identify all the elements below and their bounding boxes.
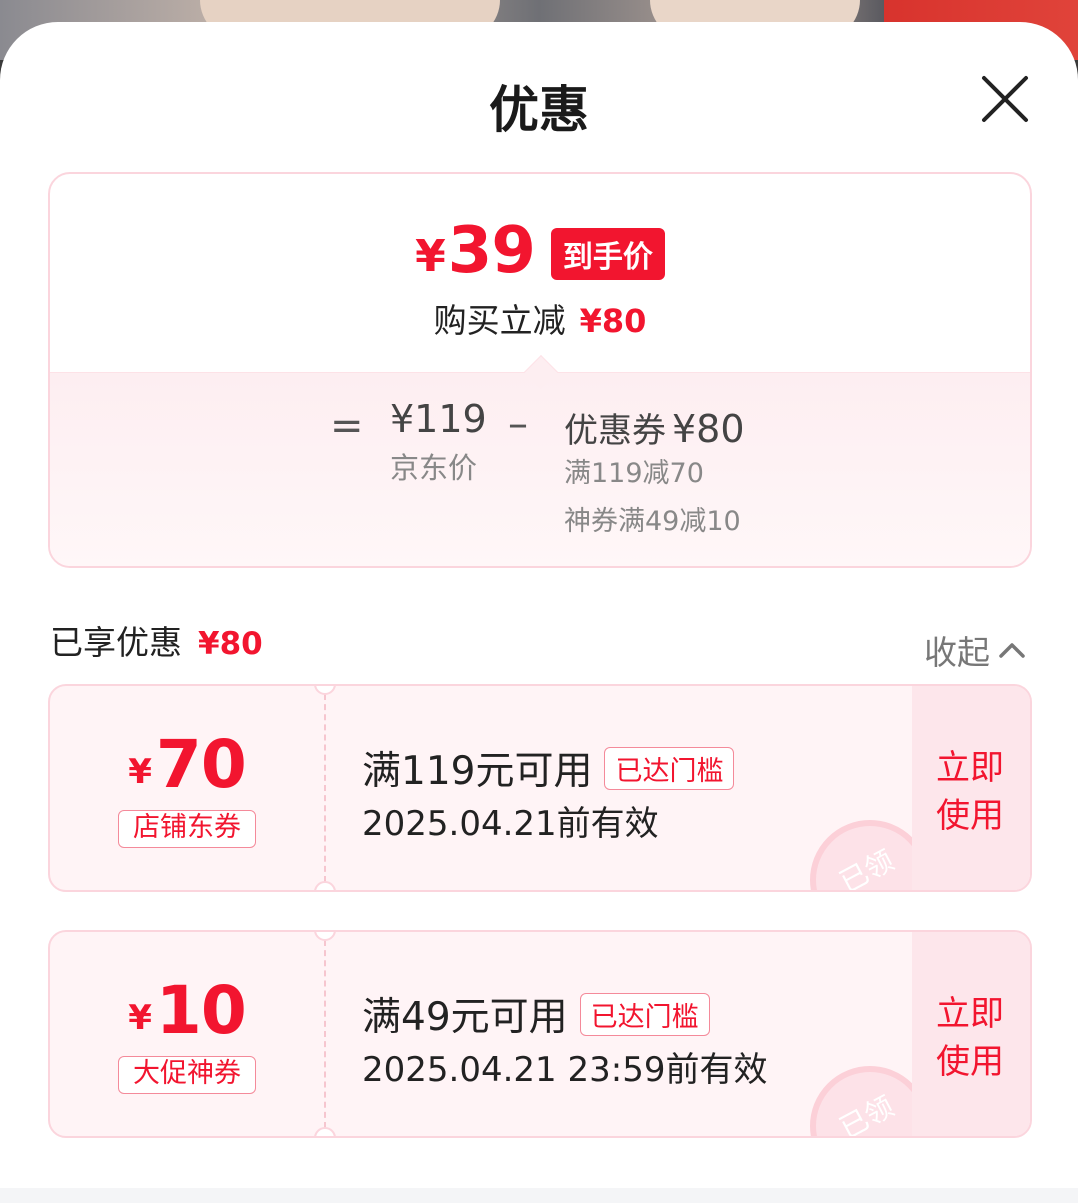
- coupon-validity: 2025.04.21前有效: [362, 804, 659, 844]
- enjoyed-discount: 已享优惠 ¥80: [50, 616, 263, 664]
- jd-price: ¥119: [390, 397, 487, 441]
- coupon-currency: ¥: [128, 998, 152, 1038]
- instant-discount-row: 购买立减 ¥80: [50, 294, 1030, 342]
- coupon-detail-line: 满119减70: [564, 458, 704, 489]
- chevron-up-icon: [999, 643, 1025, 658]
- coupon-condition-row: 满49元可用 已达门槛: [362, 986, 710, 1042]
- coupon-card: ¥70 店铺东券 满119元可用 已达门槛 2025.04.21前有效 已领 立…: [48, 684, 1032, 892]
- price-breakdown: = ¥119 京东价 – 优惠券 ¥80 满119减70 神券满49减10: [50, 372, 1030, 566]
- sheet-title: 优惠: [489, 81, 589, 139]
- enjoyed-label: 已享优惠: [50, 623, 182, 662]
- claimed-stamp-text: 已领: [834, 843, 900, 892]
- coupon-amount: ¥70: [50, 726, 324, 803]
- coupon-type-badge: 大促神券: [118, 1056, 256, 1094]
- instant-discount-amount: ¥80: [579, 302, 647, 340]
- coupon-condition: 满119元可用: [362, 749, 593, 794]
- use-now-label: 立即使用: [936, 994, 1004, 1082]
- use-now-button[interactable]: 立即使用: [912, 686, 1030, 890]
- enjoyed-amount: ¥80: [198, 626, 263, 662]
- coupon-condition: 满49元可用: [362, 995, 568, 1040]
- collapse-button[interactable]: 收起: [924, 626, 1026, 674]
- coupon-type-badge: 店铺东券: [118, 810, 256, 848]
- coupon-value: 70: [155, 726, 247, 803]
- bottom-strip: [0, 1188, 1078, 1203]
- discount-sheet: 优惠 ¥ 39 到手价 购买立减 ¥80 = ¥119 京东价 – 优惠券 ¥80: [0, 22, 1078, 1203]
- use-now-label: 立即使用: [936, 748, 1004, 836]
- coupon-condition-row: 满119元可用 已达门槛: [362, 740, 735, 796]
- close-button[interactable]: [978, 72, 1032, 126]
- coupon-amount: ¥10: [50, 972, 324, 1049]
- final-price: 39: [447, 214, 536, 288]
- final-price-currency: ¥: [415, 230, 446, 282]
- coupon-total-label: 优惠券: [564, 411, 666, 451]
- final-price-tag: 到手价: [550, 228, 665, 280]
- jd-price-label: 京东价: [390, 451, 478, 485]
- instant-discount-label: 购买立减: [433, 301, 566, 340]
- coupon-value-panel: ¥10 大促神券: [50, 932, 324, 1136]
- coupon-total-amount: ¥80: [672, 407, 745, 451]
- coupon-total: 优惠券 ¥80: [564, 403, 745, 452]
- equals-sign: =: [330, 403, 364, 449]
- minus-sign: –: [508, 401, 528, 447]
- coupon-currency: ¥: [128, 752, 152, 792]
- close-icon: [982, 76, 1028, 122]
- price-summary-card: ¥ 39 到手价 购买立减 ¥80 = ¥119 京东价 – 优惠券 ¥80 满1…: [48, 172, 1032, 568]
- collapse-label: 收起: [924, 633, 990, 672]
- coupon-card: ¥10 大促神券 满49元可用 已达门槛 2025.04.21 23:59前有效…: [48, 930, 1032, 1138]
- threshold-reached-badge: 已达门槛: [579, 992, 710, 1036]
- price-summary-top: ¥ 39 到手价 购买立减 ¥80: [50, 174, 1030, 372]
- coupon-divider: [324, 694, 326, 882]
- final-price-row: ¥ 39 到手价: [50, 214, 1030, 288]
- coupon-validity: 2025.04.21 23:59前有效: [362, 1050, 768, 1090]
- coupon-value: 10: [155, 972, 247, 1049]
- coupon-detail-line: 神券满49减10: [564, 506, 741, 537]
- coupon-value-panel: ¥70 店铺东券: [50, 686, 324, 890]
- use-now-button[interactable]: 立即使用: [912, 932, 1030, 1136]
- coupon-divider: [324, 940, 326, 1128]
- threshold-reached-badge: 已达门槛: [604, 746, 735, 790]
- claimed-stamp-text: 已领: [834, 1089, 900, 1138]
